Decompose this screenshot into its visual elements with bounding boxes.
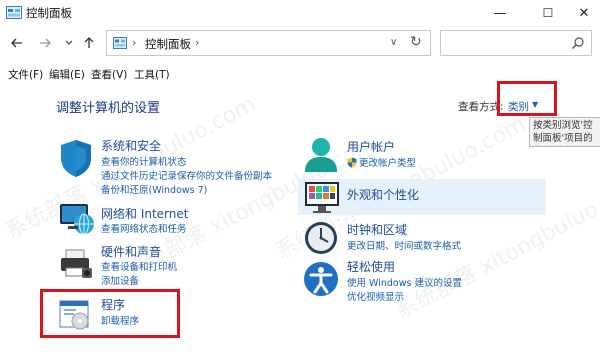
appearance-icon[interactable] (303, 180, 341, 214)
menu-file[interactable]: 文件(F) (8, 67, 43, 82)
link-devices-printers[interactable]: 查看设备和打印机 (101, 259, 177, 273)
close-button[interactable]: ✕ (564, 0, 600, 26)
title-bar: 控制面板 — ☐ ✕ (0, 0, 600, 26)
clock-icon[interactable] (303, 220, 339, 256)
refresh-icon[interactable]: ↻ (410, 34, 422, 50)
chevron-right-icon[interactable]: › (195, 36, 199, 49)
network-globe-icon[interactable] (58, 200, 96, 236)
maximize-button[interactable]: ☐ (528, 0, 568, 26)
search-input[interactable] (440, 30, 592, 56)
search-icon (572, 37, 584, 49)
printer-icon[interactable] (58, 248, 94, 280)
annotation-box (40, 289, 180, 338)
annotation-box (497, 81, 557, 116)
category-clock-region[interactable]: 时钟和区域 (347, 221, 407, 238)
accessibility-icon[interactable] (303, 261, 339, 297)
minimize-button[interactable]: — (480, 0, 520, 26)
link-recommended-settings[interactable]: 使用 Windows 建议的设置 (347, 275, 462, 289)
page-title: 调整计算机的设置 (56, 101, 161, 116)
category-hardware-sound[interactable]: 硬件和声音 (101, 243, 161, 260)
menu-tools[interactable]: 工具(T) (134, 67, 170, 82)
address-row: › 控制面板 › ∨ ↻ (0, 26, 600, 62)
breadcrumb-control-panel[interactable]: 控制面板 (145, 36, 191, 52)
link-network-status[interactable]: 查看网络状态和任务 (101, 221, 187, 235)
forward-button[interactable] (36, 34, 54, 52)
link-backup-restore[interactable]: 备份和还原(Windows 7) (101, 182, 207, 196)
category-user-accounts[interactable]: 用户帐户 (347, 138, 395, 155)
chevron-down-icon (65, 40, 73, 45)
back-button[interactable] (8, 34, 26, 52)
forward-arrow-icon (40, 38, 51, 48)
chevron-right-icon: › (132, 36, 137, 49)
uac-shield-icon (347, 157, 357, 168)
shield-icon[interactable] (58, 138, 94, 178)
control-panel-icon (113, 37, 127, 49)
link-file-history[interactable]: 通过文件历史记录保存你的文件备份副本 (101, 168, 272, 182)
window-title: 控制面板 (26, 6, 72, 20)
up-button[interactable] (80, 34, 98, 52)
up-arrow-icon (84, 37, 94, 48)
link-change-account-type-text: 更改帐户类型 (359, 158, 417, 169)
category-network[interactable]: 网络和 Internet (101, 205, 188, 222)
menu-edit[interactable]: 编辑(E) (49, 67, 85, 82)
recent-locations-button[interactable] (60, 34, 78, 52)
link-add-device[interactable]: 添加设备 (101, 273, 139, 287)
link-optimize-display[interactable]: 优化视频显示 (347, 289, 404, 303)
link-change-date-time[interactable]: 更改日期、时间或数字格式 (347, 238, 461, 252)
category-appearance[interactable]: 外观和个性化 (347, 186, 419, 203)
user-accounts-icon[interactable] (303, 136, 339, 174)
back-arrow-icon (11, 38, 22, 48)
menu-view[interactable]: 查看(V) (91, 67, 127, 82)
category-ease-of-access[interactable]: 轻松使用 (347, 258, 395, 275)
link-change-account-type[interactable]: 更改帐户类型 (347, 155, 416, 169)
address-dropdown-icon[interactable]: ∨ (390, 37, 397, 48)
address-bar[interactable]: › 控制面板 › ∨ ↻ (106, 30, 431, 56)
link-view-computer-status[interactable]: 查看你的计算机状态 (101, 154, 187, 168)
category-system-security[interactable]: 系统和安全 (101, 137, 161, 154)
tooltip: 按类别浏览'控制面板'项目的完整列表。 (529, 117, 600, 147)
control-panel-icon (6, 6, 22, 19)
